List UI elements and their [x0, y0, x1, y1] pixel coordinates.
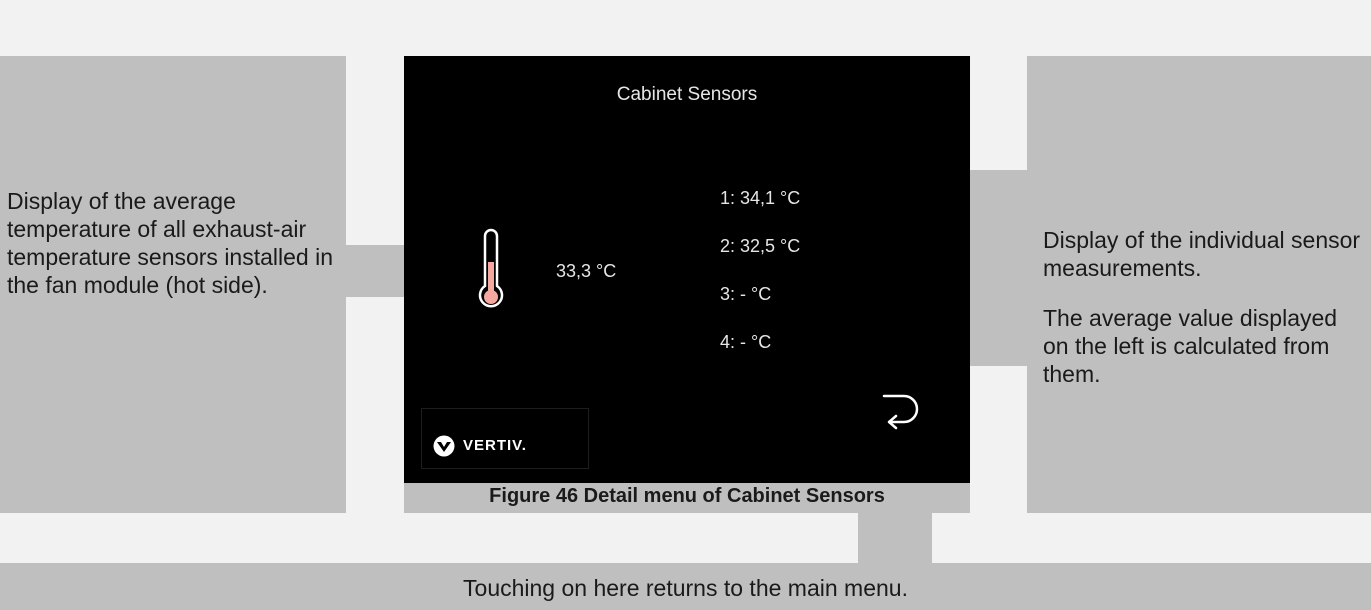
left-annotation-text: Display of the average temperature of al… [7, 188, 333, 298]
screen-title: Cabinet Sensors [616, 84, 758, 105]
return-arrow-icon[interactable] [874, 388, 934, 436]
sensor-reading-4: 4: - °C [720, 332, 772, 352]
right-connector [970, 170, 1028, 366]
vertiv-logo-icon [433, 435, 455, 457]
thermometer-icon [478, 228, 504, 308]
right-annotation-text-1: Display of the individual sensor measure… [1043, 227, 1361, 281]
bottom-annotation-text: Touching on here returns to the main men… [463, 575, 908, 601]
device-screen: Cabinet Sensors 33,3 °C 1: 34,1 °C 2: 32… [404, 56, 970, 483]
vertiv-logo: VERTIV. [421, 408, 589, 469]
right-annotation-panel [1027, 56, 1371, 513]
right-annotation-text-2: The average value displayed on the left … [1043, 305, 1338, 387]
left-connector [346, 245, 404, 297]
bottom-connector [858, 513, 932, 563]
sensor-reading-2: 2: 32,5 °C [720, 236, 801, 256]
sensor-reading-1: 1: 34,1 °C [720, 188, 801, 208]
vertiv-logo-text: VERTIV. [463, 437, 527, 454]
figure-caption: Figure 46 Detail menu of Cabinet Sensors [489, 485, 885, 507]
sensor-reading-3: 3: - °C [720, 284, 772, 304]
average-temperature: 33,3 °C [556, 261, 617, 281]
